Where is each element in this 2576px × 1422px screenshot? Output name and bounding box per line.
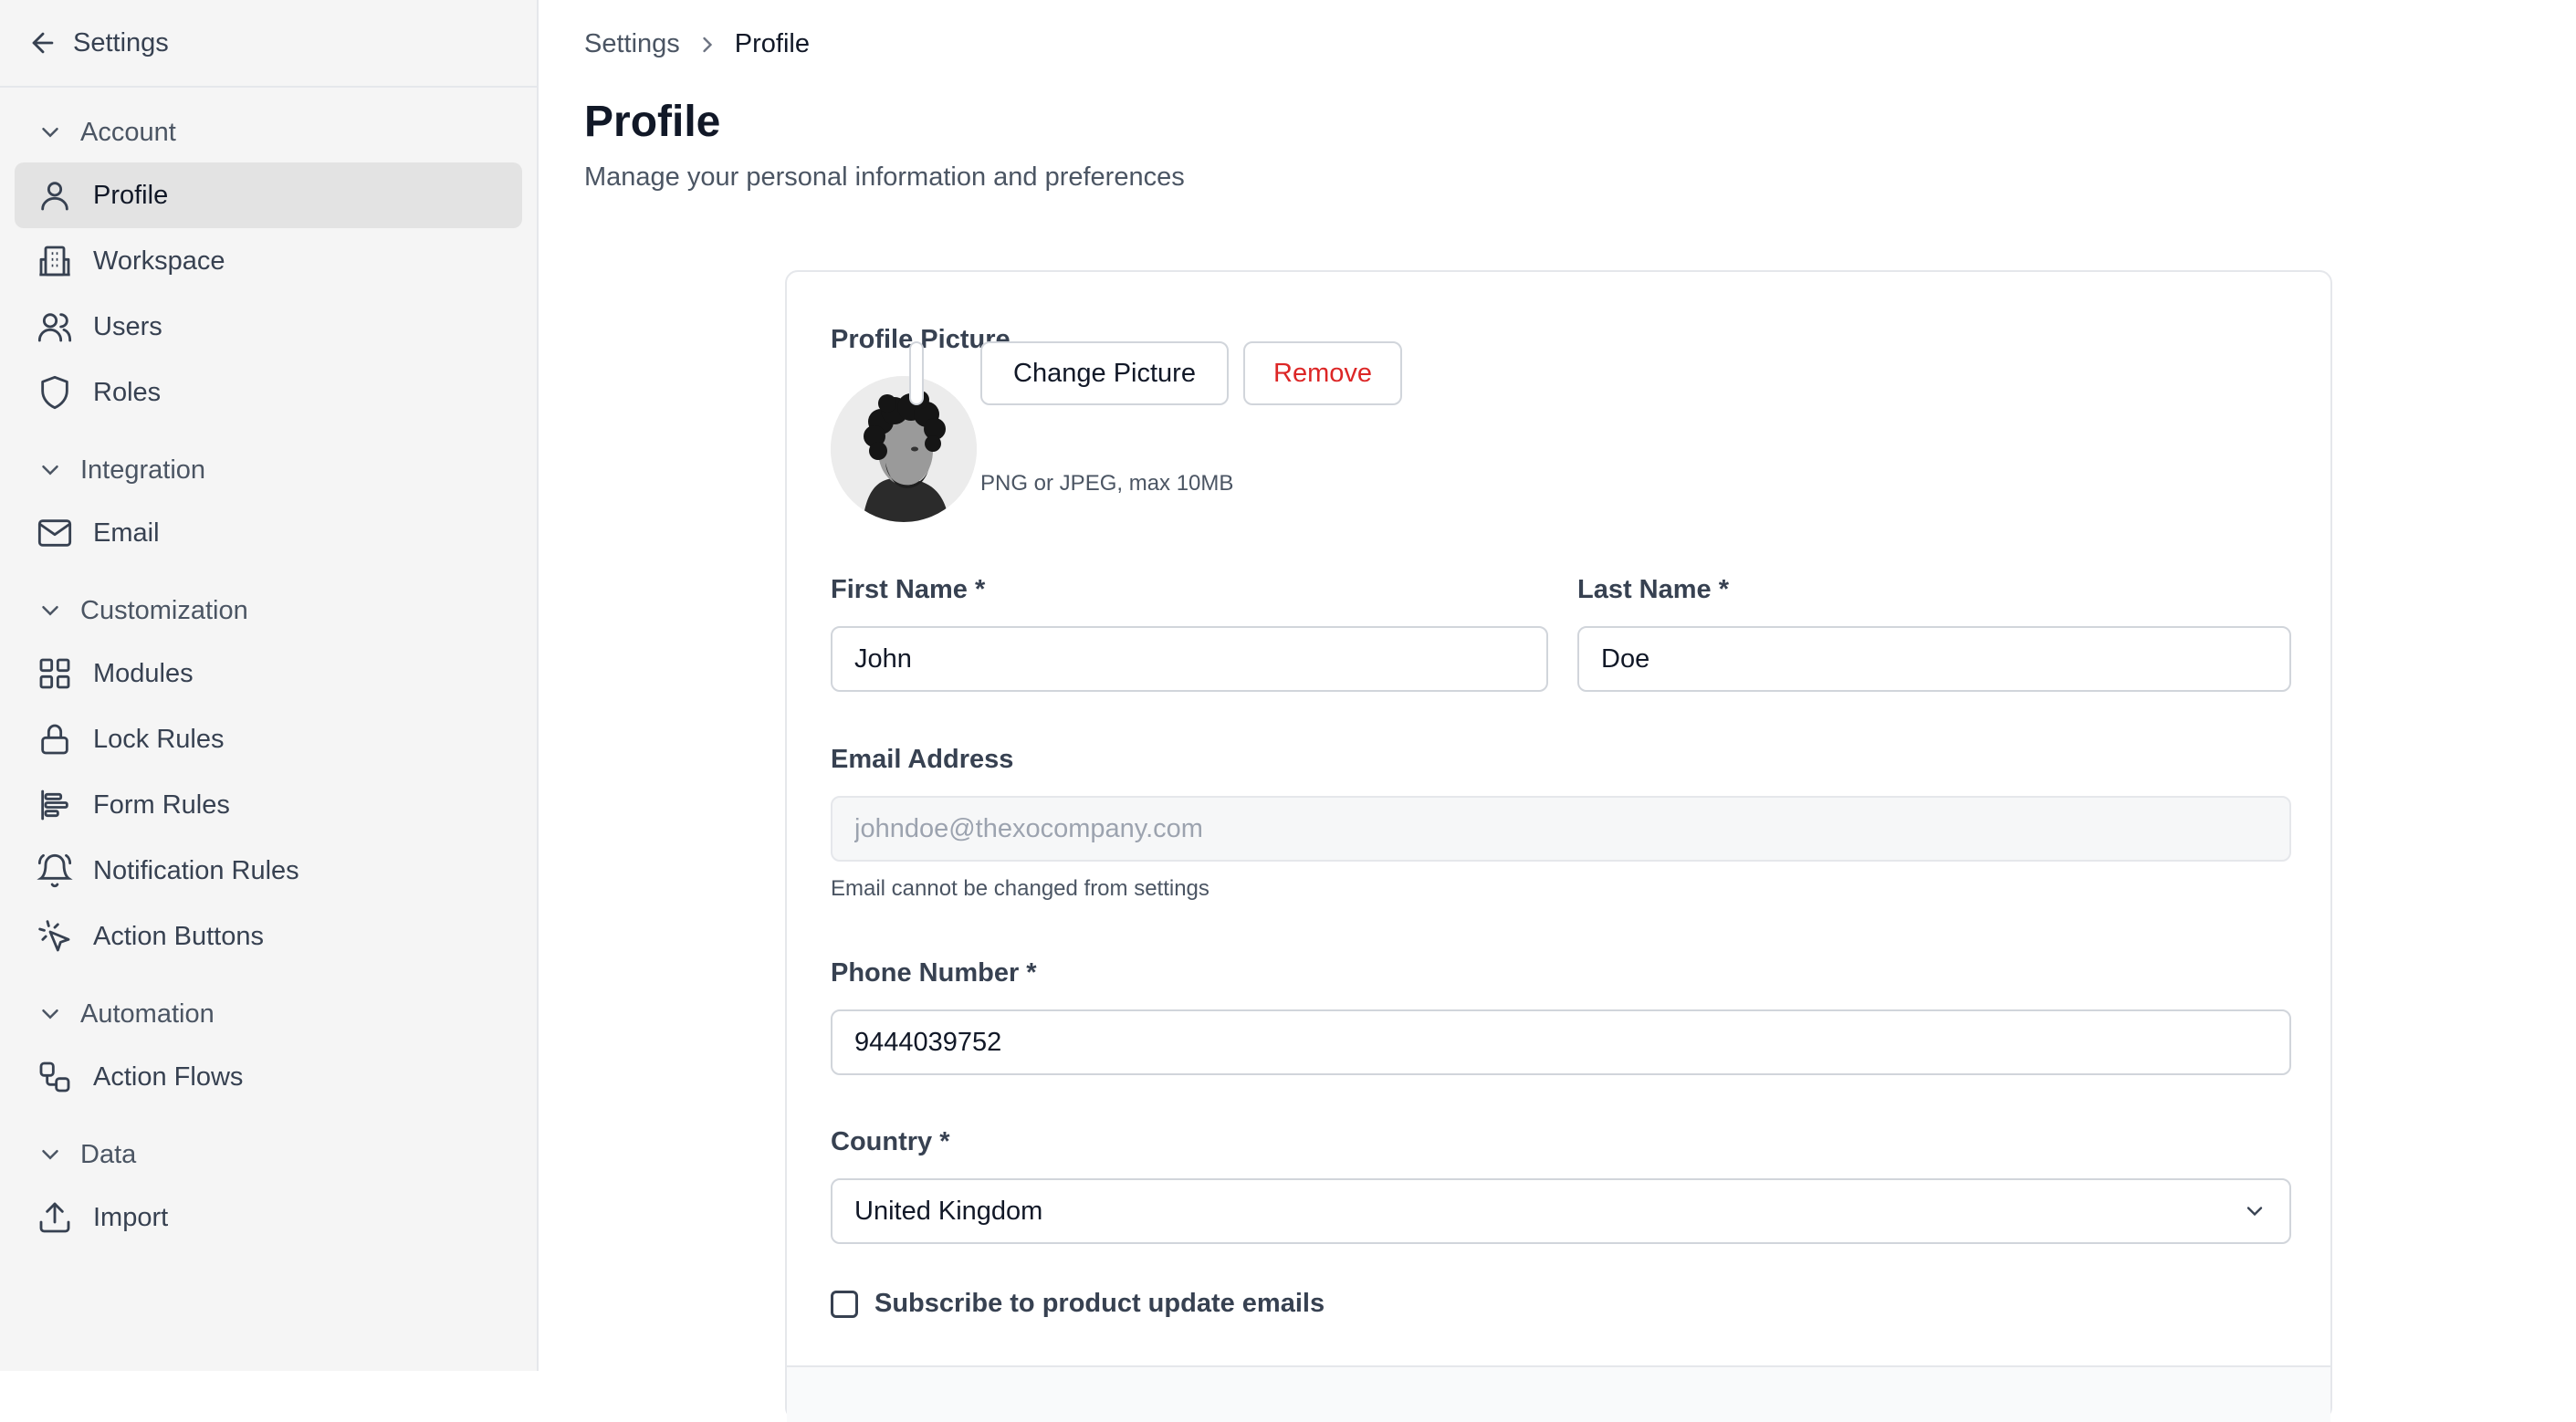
sidebar-item-action-flows[interactable]: Action Flows — [15, 1044, 522, 1110]
subscribe-label: Subscribe to product update emails — [874, 1289, 1325, 1318]
sidebar-item-action-buttons[interactable]: Action Buttons — [15, 904, 522, 969]
sidebar-item-label: Import — [93, 1202, 169, 1232]
user-icon — [37, 177, 73, 214]
subscribe-checkbox[interactable] — [831, 1290, 858, 1318]
chevron-down-icon — [37, 1141, 64, 1168]
sidebar-item-label: Lock Rules — [93, 724, 225, 754]
chevron-right-icon — [695, 32, 720, 58]
subscribe-option[interactable]: Subscribe to product update emails — [831, 1289, 1325, 1319]
section-account[interactable]: Account — [0, 110, 537, 155]
email-field — [831, 796, 2291, 862]
sidebar-item-label: Email — [93, 518, 160, 548]
sidebar-item-lock-rules[interactable]: Lock Rules — [15, 706, 522, 772]
chevron-down-icon — [2242, 1198, 2267, 1224]
sidebar-item-email[interactable]: Email — [15, 500, 522, 566]
country-selected-value: United Kingdom — [854, 1196, 1043, 1226]
chevron-down-icon — [37, 119, 64, 146]
chevron-down-icon — [37, 1000, 64, 1028]
section-label: Account — [80, 117, 176, 147]
sidebar-item-profile[interactable]: Profile — [15, 162, 522, 228]
change-picture-button[interactable]: Change Picture — [980, 341, 1229, 405]
first-name-field[interactable] — [831, 626, 1548, 692]
sidebar-item-label: Notification Rules — [93, 855, 299, 885]
sidebar-item-label: Roles — [93, 377, 162, 407]
users-icon — [37, 308, 73, 345]
sidebar-item-label: Workspace — [93, 246, 225, 276]
section-label: Customization — [80, 595, 248, 625]
section-automation[interactable]: Automation — [0, 991, 537, 1037]
sidebar-item-notification-rules[interactable]: Notification Rules — [15, 838, 522, 904]
arrow-left-icon — [27, 27, 58, 58]
chevron-down-icon — [37, 597, 64, 624]
last-name-label: Last Name * — [1577, 575, 1730, 604]
back-label: Settings — [73, 27, 169, 58]
sidebar-item-modules[interactable]: Modules — [15, 641, 522, 706]
card-footer-divider — [787, 1365, 2330, 1422]
upload-icon — [37, 1199, 73, 1236]
profile-form-card: Profile Picture Change Picture Remove PN… — [785, 270, 2332, 1422]
align-left-icon — [37, 787, 73, 823]
remove-picture-button[interactable]: Remove — [1243, 341, 1402, 405]
country-label: Country * — [831, 1127, 950, 1156]
country-select[interactable]: United Kingdom — [831, 1178, 2291, 1244]
breadcrumb: Settings Profile — [584, 29, 810, 59]
sidebar-item-import[interactable]: Import — [15, 1185, 522, 1250]
sidebar-item-label: Users — [93, 311, 162, 341]
mail-icon — [37, 515, 73, 551]
sidebar-item-label: Action Flows — [93, 1061, 244, 1092]
grid-icon — [37, 655, 73, 692]
section-label: Integration — [80, 455, 206, 485]
section-integration[interactable]: Integration — [0, 447, 537, 493]
sidebar-item-form-rules[interactable]: Form Rules — [15, 772, 522, 838]
avatar — [831, 376, 977, 522]
settings-sidebar: Settings Account Profile Workspace Users… — [0, 0, 539, 1371]
email-hint: Email cannot be changed from settings — [831, 876, 1209, 901]
avatar-portrait-image — [831, 376, 977, 522]
section-customization[interactable]: Customization — [0, 588, 537, 633]
page-title: Profile — [584, 98, 721, 146]
email-label: Email Address — [831, 745, 1014, 774]
sidebar-item-label: Modules — [93, 658, 194, 688]
shield-icon — [37, 374, 73, 411]
building-icon — [37, 243, 73, 279]
sidebar-item-users[interactable]: Users — [15, 294, 522, 360]
picture-hint: PNG or JPEG, max 10MB — [980, 471, 1234, 496]
page-subtitle: Manage your personal information and pre… — [584, 162, 1185, 192]
bell-icon — [37, 852, 73, 889]
sidebar-item-roles[interactable]: Roles — [15, 360, 522, 425]
phone-label: Phone Number * — [831, 958, 1037, 988]
section-data[interactable]: Data — [0, 1132, 537, 1177]
back-to-settings-link[interactable]: Settings — [0, 0, 537, 88]
workflow-icon — [37, 1059, 73, 1095]
cursor-click-icon — [37, 918, 73, 955]
sidebar-item-label: Form Rules — [93, 789, 230, 820]
phone-number-field[interactable] — [831, 1009, 2291, 1075]
sidebar-item-label: Action Buttons — [93, 921, 264, 951]
section-label: Automation — [80, 999, 215, 1029]
chevron-down-icon — [37, 456, 64, 484]
sidebar-item-workspace[interactable]: Workspace — [15, 228, 522, 294]
section-label: Data — [80, 1139, 137, 1169]
first-name-label: First Name * — [831, 575, 986, 604]
lock-icon — [37, 721, 73, 758]
breadcrumb-current: Profile — [734, 29, 810, 58]
main-content: Settings Profile Profile Manage your per… — [539, 0, 2576, 1422]
breadcrumb-settings-link[interactable]: Settings — [584, 29, 680, 59]
last-name-field[interactable] — [1577, 626, 2291, 692]
sidebar-item-label: Profile — [93, 180, 169, 210]
